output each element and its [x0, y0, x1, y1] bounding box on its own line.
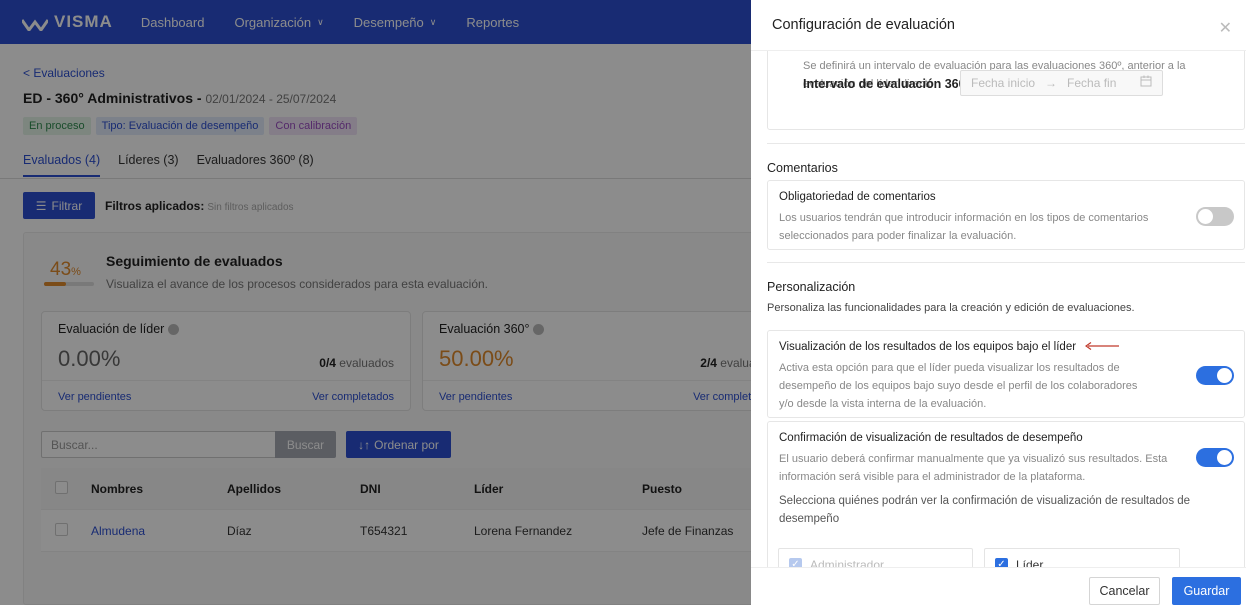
comments-required-title: Obligatoriedad de comentarios — [779, 191, 936, 203]
admin-option-label: Administrador — [810, 558, 885, 567]
results-confirmation-toggle[interactable] — [1196, 448, 1234, 467]
date-range-picker[interactable]: Fecha inicio → Fecha fin — [960, 70, 1163, 96]
check-icon[interactable]: ✓ — [995, 558, 1008, 567]
close-icon[interactable]: ✕ — [1219, 18, 1232, 38]
section-divider — [767, 143, 1245, 144]
comments-required-desc: Los usuarios tendrán que introducir info… — [779, 212, 1149, 242]
team-results-box: Visualización de los resultados de los e… — [767, 330, 1245, 418]
drawer-title: Configuración de evaluación — [772, 17, 955, 33]
modal-backdrop[interactable] — [0, 0, 751, 605]
interval-360-box: Se definirá un intervalo de evaluación p… — [767, 51, 1245, 130]
toggle-knob — [1198, 209, 1213, 224]
calendar-icon — [1140, 75, 1152, 90]
save-button[interactable]: Guardar — [1172, 577, 1241, 605]
comments-required-box: Obligatoriedad de comentarios Los usuari… — [767, 180, 1245, 250]
team-results-title: Visualización de los resultados de los e… — [779, 341, 1120, 354]
team-results-toggle[interactable] — [1196, 366, 1234, 385]
results-confirmation-desc: El usuario deberá confirmar manualmente … — [779, 453, 1168, 483]
toggle-knob — [1217, 368, 1232, 383]
start-date-placeholder: Fecha inicio — [971, 76, 1036, 90]
personalization-section-subtitle: Personaliza las funcionalidades para la … — [767, 302, 1135, 314]
personalization-section-title: Personalización — [767, 280, 856, 294]
leader-option-label: Líder — [1016, 558, 1044, 567]
toggle-knob — [1217, 450, 1232, 465]
end-date-placeholder: Fecha fin — [1067, 76, 1117, 90]
drawer-header: Configuración de evaluación ✕ — [751, 0, 1246, 51]
drawer-body[interactable]: Se definirá un intervalo de evaluación p… — [751, 51, 1246, 567]
team-results-desc: Activa esta opción para que el líder pue… — [779, 362, 1138, 410]
cancel-button[interactable]: Cancelar — [1089, 577, 1160, 605]
leader-checkbox-option[interactable]: ✓ Líder — [984, 548, 1180, 567]
arrow-right-icon: → — [1045, 76, 1058, 90]
config-drawer: Configuración de evaluación ✕ Se definir… — [751, 0, 1246, 605]
results-confirmation-title: Confirmación de visualización de resulta… — [779, 432, 1083, 444]
team-results-title-text: Visualización de los resultados de los e… — [779, 341, 1077, 354]
comments-section-title: Comentarios — [767, 161, 838, 175]
confirmation-viewers-label: Selecciona quiénes podrán ver la confirm… — [779, 495, 1191, 525]
admin-checkbox-option: ✓ Administrador — [778, 548, 973, 567]
section-divider — [767, 262, 1245, 263]
check-icon: ✓ — [789, 558, 802, 567]
results-confirmation-box: Confirmación de visualización de resulta… — [767, 421, 1245, 567]
comments-required-toggle[interactable] — [1196, 207, 1234, 226]
drawer-footer: Cancelar Guardar — [751, 567, 1246, 605]
interval-label: Intervalo de evaluación 360° — [803, 77, 971, 91]
arrow-left-annotation-icon — [1085, 341, 1120, 353]
